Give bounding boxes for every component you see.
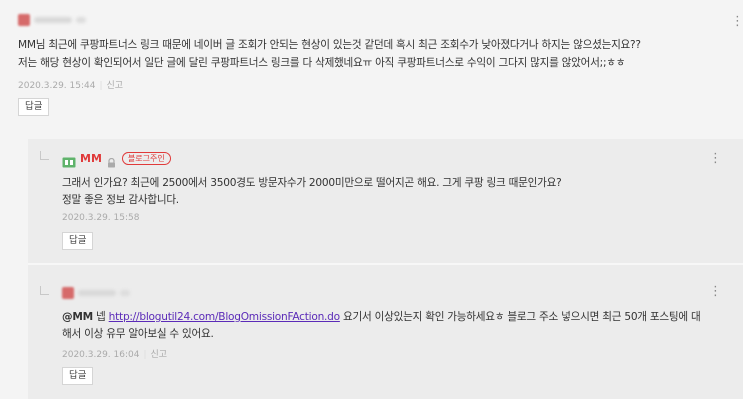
reply-meta: 2020.3.29. 16:04 | 신고 <box>62 347 167 360</box>
report-link[interactable]: 신고 <box>151 350 168 360</box>
external-link[interactable]: http://blogutil24.com/BlogOmissionFActio… <box>109 311 340 323</box>
meta-divider: | <box>99 81 103 91</box>
reply-button[interactable]: 답글 <box>62 232 94 250</box>
more-options-icon[interactable]: ⋮ <box>709 152 722 165</box>
reply-button[interactable]: 답글 <box>62 367 94 385</box>
reply-indent-icon <box>40 286 49 295</box>
author-id-blurred <box>76 17 86 23</box>
reply-text-line: 그래서 인가요? 최근에 2500에서 3500경도 방문자수가 2000미만으… <box>62 177 562 189</box>
reply-author-row: MM 블로그주인 <box>62 150 171 168</box>
reply-author-name[interactable]: MM <box>80 152 102 165</box>
reply-author-redacted <box>62 286 134 300</box>
reply-text-line: 해서 이상 유무 알아보실 수 있어요. <box>62 328 214 340</box>
comment-meta: 2020.3.29. 15:44 | 신고 <box>18 78 123 91</box>
reply-date: 2020.3.29. 15:58 <box>62 213 140 223</box>
blog-owner-badge: 블로그주인 <box>121 151 171 165</box>
reply-text-segment: 넵 <box>92 311 109 323</box>
reply-date: 2020.3.29. 16:04 <box>62 350 140 360</box>
comment-text-line: 저는 해당 현상이 확인되어서 일단 글에 달린 쿠팡파트너스 링크를 다 삭제… <box>18 57 626 69</box>
report-link[interactable]: 신고 <box>107 81 124 91</box>
author-name-blurred <box>78 290 116 296</box>
reply-button[interactable]: 답글 <box>18 98 50 116</box>
reply-indent-icon <box>40 151 49 160</box>
comment-date: 2020.3.29. 15:44 <box>18 81 96 91</box>
reply-text-line: @MM 넵 http://blogutil24.com/BlogOmission… <box>62 309 701 326</box>
meta-divider: | <box>143 350 147 360</box>
more-options-icon[interactable]: ⋮ <box>709 285 722 298</box>
user-mention[interactable]: @MM <box>62 311 93 323</box>
blog-icon <box>62 153 76 167</box>
more-options-icon[interactable]: ⋮ <box>731 15 743 28</box>
author-name-blurred <box>34 17 72 23</box>
author-avatar <box>62 287 74 299</box>
reply-text-line: 정말 좋은 정보 감사합니다. <box>62 194 179 206</box>
reply-text-segment: 요기서 이상있는지 확인 가능하세요ㅎ 블로그 주소 넣으시면 최근 50개 포… <box>339 311 701 323</box>
comment-item: ⋮ MM님 최근에 쿠팡파트너스 링크 때문에 네이버 글 조회가 안되는 현상… <box>0 0 743 128</box>
lock-icon <box>107 153 116 168</box>
author-avatar <box>18 14 30 26</box>
comment-author-redacted <box>18 13 90 27</box>
comment-text-line: MM님 최근에 쿠팡파트너스 링크 때문에 네이버 글 조회가 안되는 현상이 … <box>18 39 641 51</box>
author-id-blurred <box>120 290 130 296</box>
